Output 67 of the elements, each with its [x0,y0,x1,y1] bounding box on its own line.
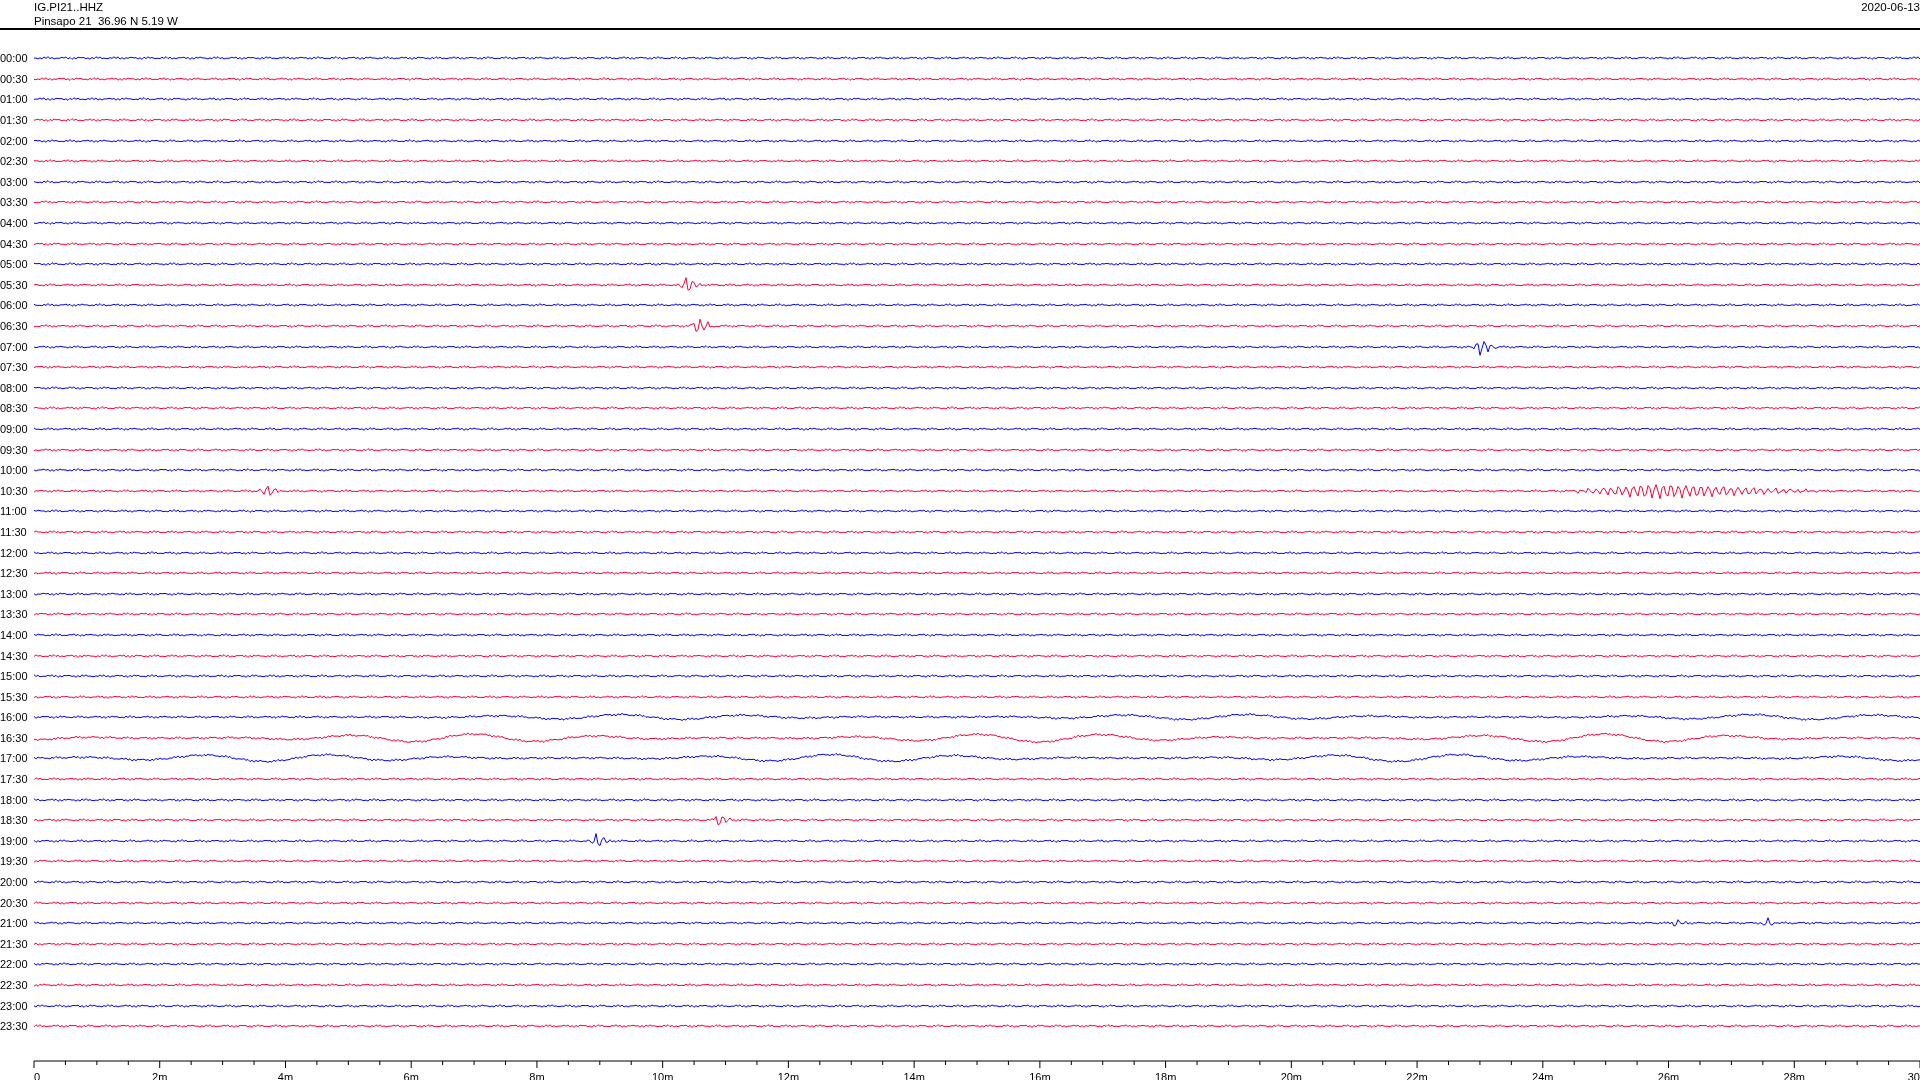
axis-label: 24m [1532,1070,1554,1080]
time-label: 01:00 [0,93,29,106]
time-label: 21:00 [0,917,29,930]
time-label: 22:30 [0,979,29,991]
axis-label: 26m [1657,1070,1680,1080]
axis-label: 4m [277,1070,294,1080]
time-label: 19:00 [0,834,29,847]
axis-label: 8m [529,1070,545,1080]
time-label: 02:30 [0,155,29,168]
time-label: 03:00 [0,175,29,188]
time-label: 05:30 [0,278,29,291]
time-label: 06:30 [0,320,29,332]
time-label: 19:30 [0,855,29,868]
time-label: 12:00 [0,546,29,559]
axis-label: 12m [777,1070,800,1080]
time-label: 01:30 [0,114,29,127]
time-label: 14:30 [0,649,29,662]
time-label: 09:00 [0,423,29,435]
time-label: 20:30 [0,896,29,909]
time-label: 00:30 [0,72,29,85]
time-label: 15:00 [0,670,29,683]
axis-label: 0 [34,1070,41,1080]
time-label: 23:30 [0,1020,29,1033]
station-code: IG.PI21..HHZ [34,0,105,14]
axis-label: 10m [651,1070,674,1080]
axis-label: 2m [152,1070,168,1080]
station-location: Pinsapo 21 36.96 N 5.19 W [34,14,178,28]
axis-label: 22m [1406,1070,1428,1080]
time-label: 07:00 [0,340,29,353]
axis-label: 18m [1154,1070,1177,1080]
axis-label: 30 [1907,1070,1920,1080]
time-label: 16:30 [0,731,29,744]
time-label: 11:30 [0,525,28,538]
time-label: 15:30 [0,690,29,703]
time-label: 13:00 [0,587,29,600]
time-label: 23:00 [0,999,29,1012]
time-label: 13:30 [0,608,29,621]
time-label: 04:00 [0,217,29,230]
time-label: 07:30 [0,361,29,374]
axis-label: 28m [1783,1070,1805,1080]
time-label: 11:00 [0,505,28,518]
time-label: 08:30 [0,402,29,415]
time-label: 02:00 [0,134,29,147]
axis-label: 6m [403,1070,419,1080]
time-label: 17:30 [0,773,29,786]
time-label: 14:00 [0,628,29,641]
time-label: 16:00 [0,711,29,724]
time-label: 04:30 [0,237,29,250]
date-label: 2020-06-13 [1861,0,1920,15]
time-label: 21:30 [0,937,29,950]
time-label: 18:30 [0,814,29,827]
time-label: 08:00 [0,381,29,394]
time-label: 05:00 [0,258,29,271]
time-label: 00:00 [0,52,29,65]
time-label: 17:00 [0,752,29,765]
time-label: 12:30 [0,567,29,580]
time-label: 20:00 [0,876,29,889]
axis-label: 14m [903,1070,925,1080]
time-label: 10:30 [0,484,29,497]
time-label: 10:00 [0,464,29,477]
time-label: 03:30 [0,196,29,209]
time-label: 09:30 [0,443,29,456]
time-label: 06:00 [0,299,29,312]
axis-label: 20m [1280,1070,1303,1080]
axis-label: 16m [1029,1070,1051,1080]
time-label: 22:00 [0,958,29,971]
time-label: 18:00 [0,793,29,806]
